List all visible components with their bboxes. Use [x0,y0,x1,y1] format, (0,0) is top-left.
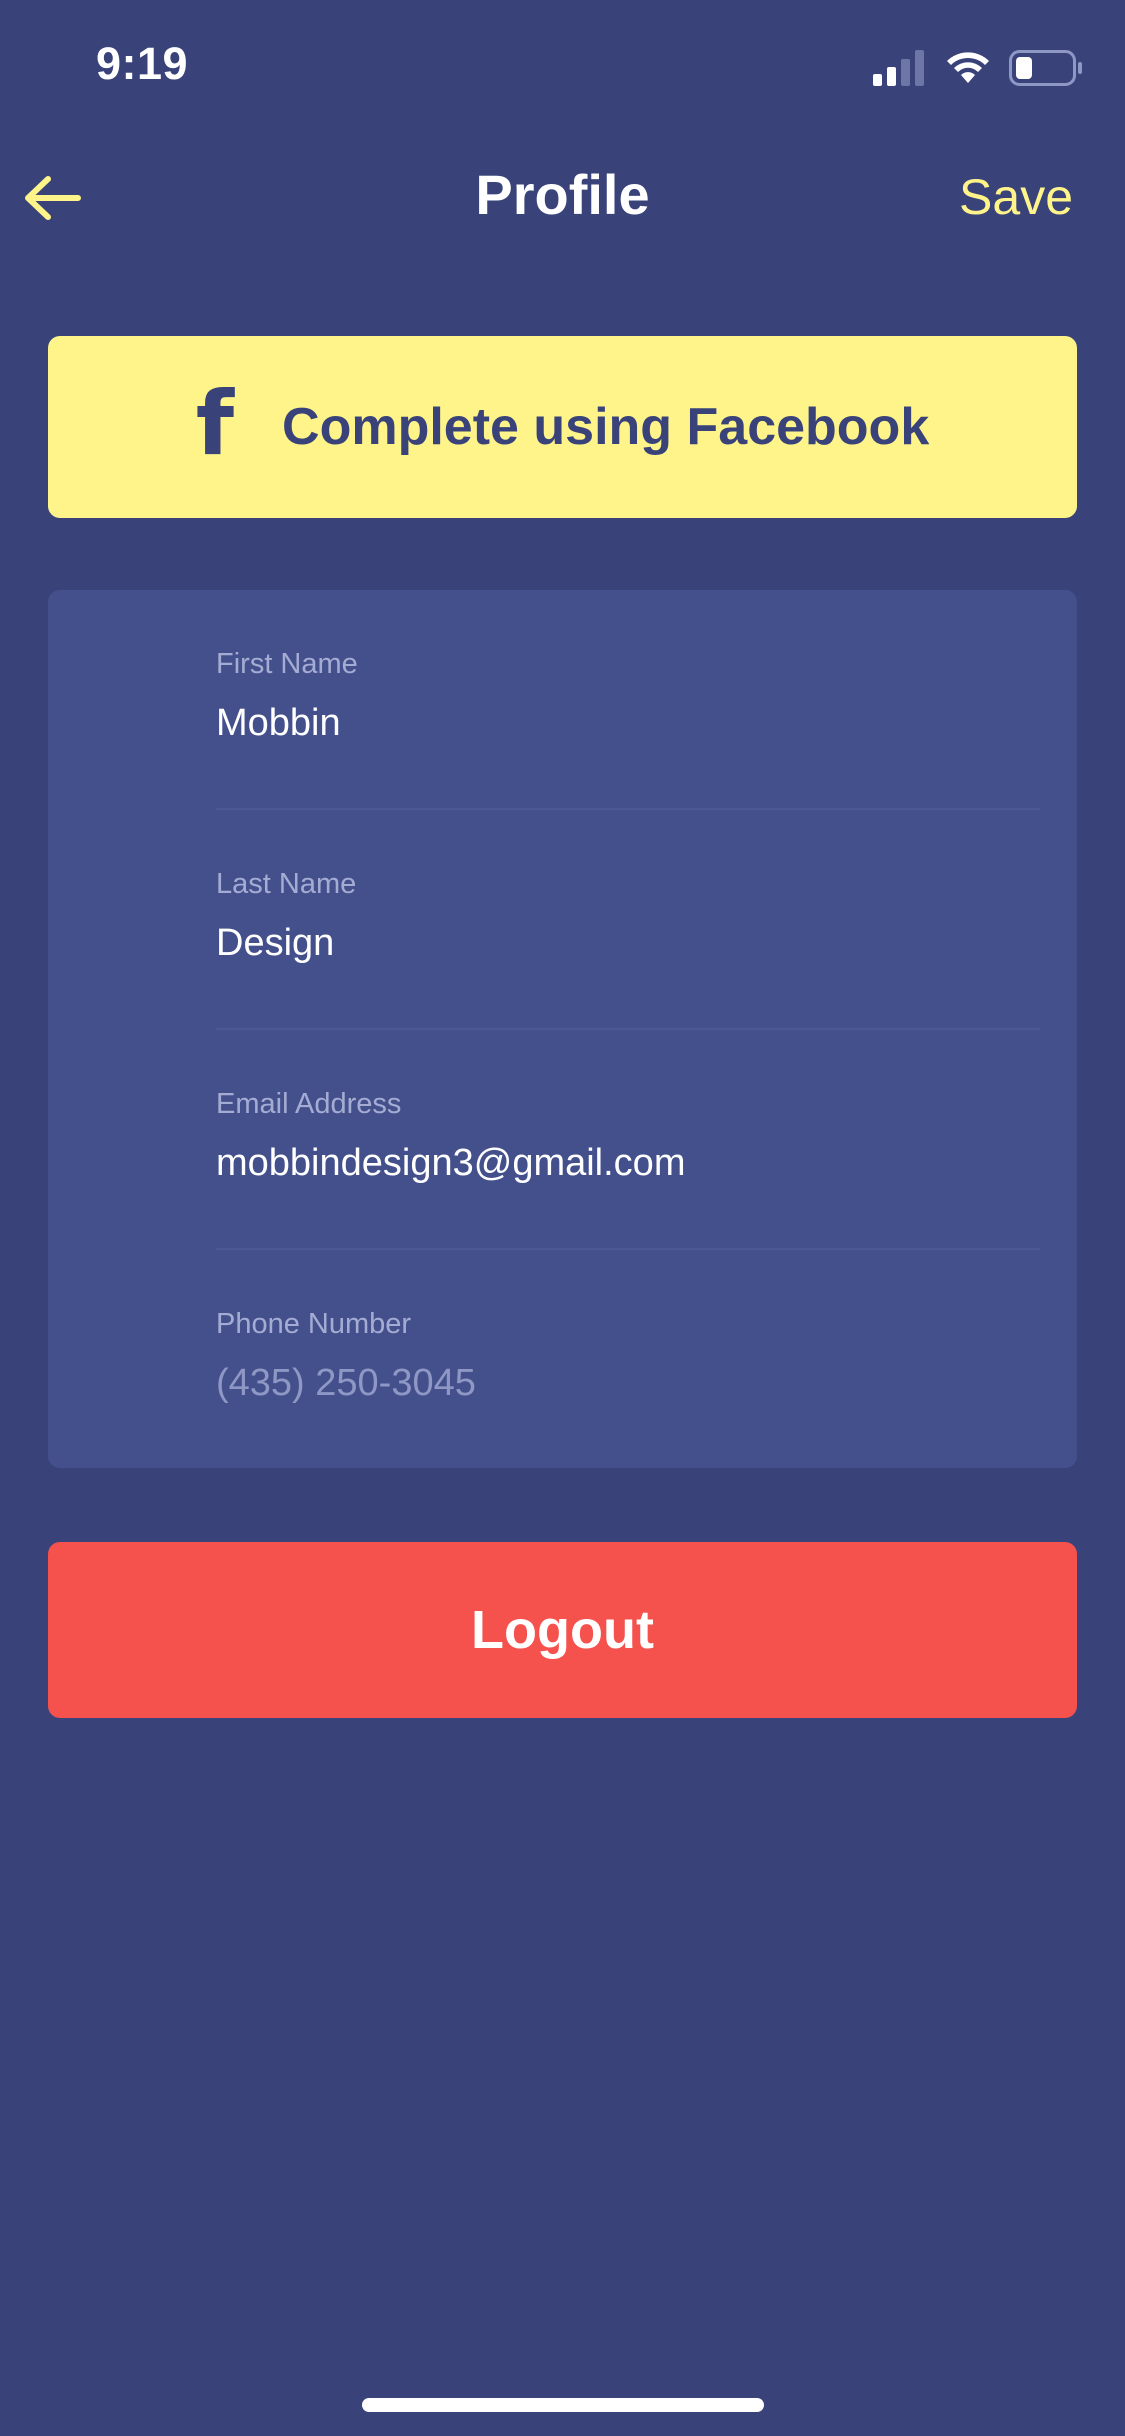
last-name-label: Last Name [216,868,357,900]
phone-field[interactable]: Phone Number (435) 250-3045 [216,1250,1078,1470]
signal-icon [873,50,927,86]
wifi-icon [945,51,991,85]
status-icons [873,50,1083,86]
logout-button[interactable]: Logout [48,1542,1077,1718]
phone-input-placeholder[interactable]: (435) 250-3045 [216,1362,1016,1405]
battery-icon [1009,50,1083,86]
first-name-label: First Name [216,648,358,680]
last-name-field[interactable]: Last Name Design [216,810,1078,1030]
first-name-field[interactable]: First Name Mobbin [216,590,1078,810]
status-time: 9:19 [96,38,189,89]
save-button[interactable]: Save [959,168,1073,226]
facebook-icon: f [195,372,235,475]
last-name-input[interactable]: Design [216,922,1016,965]
profile-form-card: First Name Mobbin Last Name Design Email… [48,590,1077,1468]
page-title: Profile [475,163,650,226]
home-indicator [362,2398,764,2412]
phone-label: Phone Number [216,1308,412,1340]
email-label: Email Address [216,1088,402,1120]
profile-screen: 9:19 Profile Save f Complete using Faceb… [0,0,1125,2436]
email-field[interactable]: Email Address mobbindesign3@gmail.com [216,1030,1078,1250]
facebook-button-label: Complete using Facebook [282,398,930,456]
complete-with-facebook-button[interactable]: f Complete using Facebook [48,336,1077,518]
email-input[interactable]: mobbindesign3@gmail.com [216,1142,1016,1185]
first-name-input[interactable]: Mobbin [216,702,1016,745]
